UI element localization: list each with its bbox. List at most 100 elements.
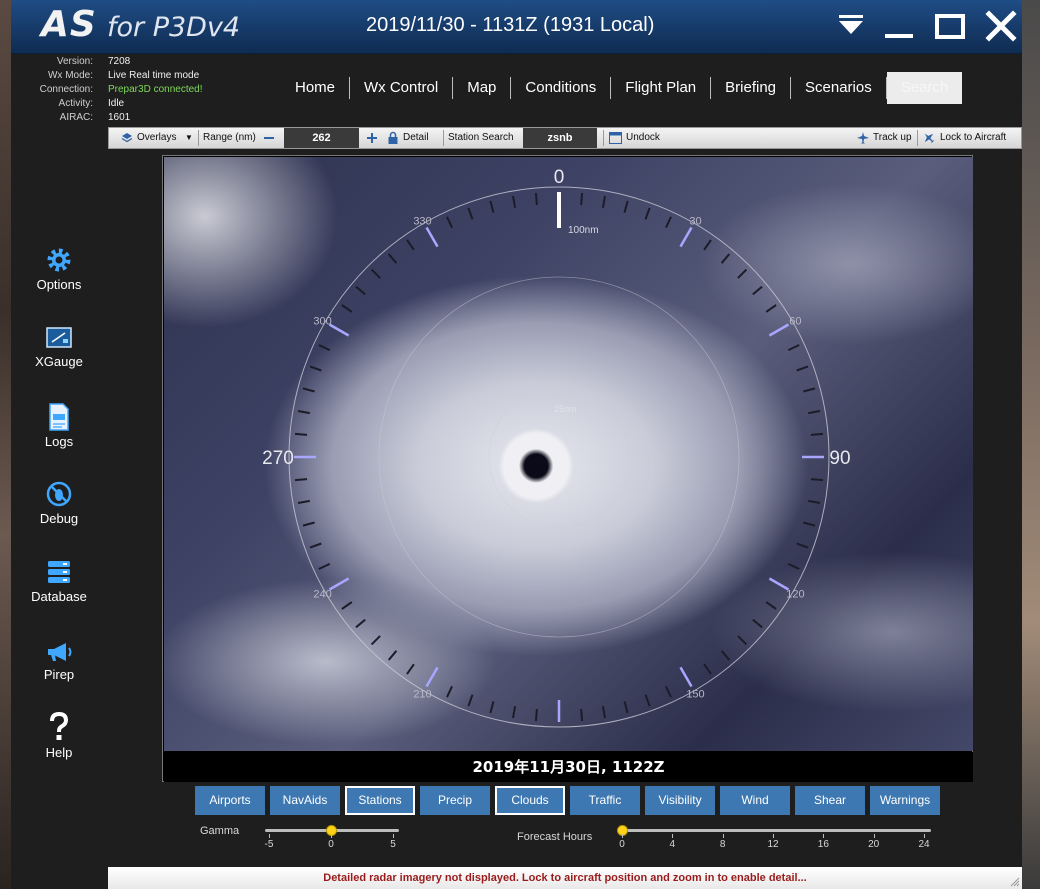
compass-tick [328,323,350,337]
resize-grip-icon[interactable] [1010,877,1020,887]
title-datetime: 2019/11/30 - 1131Z (1931 Local) [366,14,655,36]
database-icon [11,558,107,586]
map-timestamp: 2019年11月30日, 1122Z [164,752,973,782]
compass-tick [644,207,651,220]
compass-tick [387,650,398,661]
compass-tick [534,192,538,206]
sidebar-pirep-button[interactable]: Pirep [11,640,107,682]
main-navigation: Home Wx Control Map Conditions Flight Plan Br… [281,72,963,104]
undock-button[interactable]: Undock [609,128,669,148]
compass-tick [810,432,824,436]
layer-stations-toggle[interactable]: Stations [345,786,415,815]
compass-tick [341,304,353,313]
range-increase-button[interactable] [365,128,379,148]
compass-tick [720,650,731,661]
track-up-button[interactable]: Track up [857,128,915,148]
compass-tick [467,694,474,707]
compass-tick [328,577,350,591]
compass-tick [297,499,310,504]
compass-tick [752,285,763,296]
layer-airports-toggle[interactable]: Airports [195,786,265,815]
maximize-icon [935,14,965,39]
overlays-label: Overlays [137,132,177,143]
compass-tick [752,618,763,629]
sidebar-logs-button[interactable]: Logs [11,403,107,449]
compass-tick [664,685,672,698]
status-value: Prepar3D connected! [108,84,203,95]
status-value: 1601 [108,112,131,123]
slider-tick-label: 8 [719,839,726,850]
nav-scenarios[interactable]: Scenarios [791,72,886,104]
range-ring-outer [288,186,830,728]
layer-shear-toggle[interactable]: Shear [795,786,865,815]
nav-conditions[interactable]: Conditions [511,72,610,104]
layer-traffic-toggle[interactable]: Traffic [570,786,640,815]
slider-track[interactable] [619,829,931,832]
range-value-field[interactable]: 262 [284,128,359,148]
window-icon [609,132,622,144]
range-ring-label: 100nm [568,225,599,236]
compass-tick [765,601,777,610]
layer-clouds-toggle[interactable]: Clouds [495,786,565,815]
layer-wind-toggle[interactable]: Wind [720,786,790,815]
sidebar-database-button[interactable]: Database [11,558,107,604]
compass-tick [309,542,322,549]
nav-map[interactable]: Map [453,72,510,104]
question-icon [11,712,107,742]
layer-warnings-toggle[interactable]: Warnings [870,786,940,815]
title-bar[interactable]: AS for P3Dv4 2019/11/30 - 1131Z (1931 Lo… [11,0,1022,54]
compass-label-120: 120 [786,589,804,601]
status-value: Live Real time mode [108,70,200,81]
sidebar-help-button[interactable]: Help [11,712,107,760]
sidebar-xgauge-button[interactable]: XGauge [11,325,107,369]
compass-label-90: 90 [829,448,850,469]
range-decrease-button[interactable] [262,128,276,148]
nav-flight-plan[interactable]: Flight Plan [611,72,710,104]
slider-tick [722,834,724,838]
minimize-button[interactable] [881,10,917,42]
slider-tick-label: 24 [918,839,930,850]
layer-visibility-toggle[interactable]: Visibility [645,786,715,815]
active-sky-window: AS for P3Dv4 2019/11/30 - 1131Z (1931 Lo… [11,0,1022,889]
compass-tick [720,253,731,264]
overlays-dropdown[interactable]: Overlays ▼ [121,128,196,148]
compass-tick [534,708,538,722]
station-search-input[interactable]: zsnb [523,128,597,148]
sidebar-label: Options [36,277,82,292]
maximize-button[interactable] [931,10,967,42]
compass-tick [318,344,331,352]
dropdown-menu-button[interactable] [833,10,869,42]
nav-home[interactable]: Home [281,72,349,104]
toolbar-separator [443,130,444,146]
close-button[interactable] [983,10,1019,42]
detail-toggle[interactable]: Detail [387,128,437,148]
sidebar-label: XGauge [35,354,83,369]
layer-precip-toggle[interactable]: Precip [420,786,490,815]
compass-tick [737,635,748,646]
sidebar-label: Database [31,589,87,604]
layers-icon [121,133,133,143]
nav-search[interactable]: Search [886,72,963,104]
compass-tick [703,663,712,675]
nav-wx-control[interactable]: Wx Control [350,72,452,104]
weather-map[interactable]: 0 30 60 90 120 150 210 240 270 300 330 100nm 25nm [164,157,973,751]
lock-to-aircraft-button[interactable]: Lock to Aircraft [923,128,1019,148]
compass-tick [297,410,310,415]
layer-navaids-toggle[interactable]: NavAids [270,786,340,815]
compass-label-240: 240 [313,589,331,601]
compass-tick [664,216,672,229]
compass-tick [601,195,606,208]
compass-tick [309,365,322,372]
compass-tick [787,344,800,352]
status-row: Version: 7208 [11,55,271,69]
compass-tick [446,685,454,698]
compass-tick [355,285,366,296]
compass-label-300: 300 [313,316,331,328]
nav-briefing[interactable]: Briefing [711,72,790,104]
compass-tick [580,708,584,722]
sidebar-options-button[interactable]: Options [11,246,107,292]
compass-tick [623,701,629,714]
compass-tick [803,521,816,527]
compass-rose: 0 30 60 90 120 150 210 240 270 300 330 100nm 25nm [262,167,851,728]
sidebar-debug-button[interactable]: Debug [11,480,107,526]
